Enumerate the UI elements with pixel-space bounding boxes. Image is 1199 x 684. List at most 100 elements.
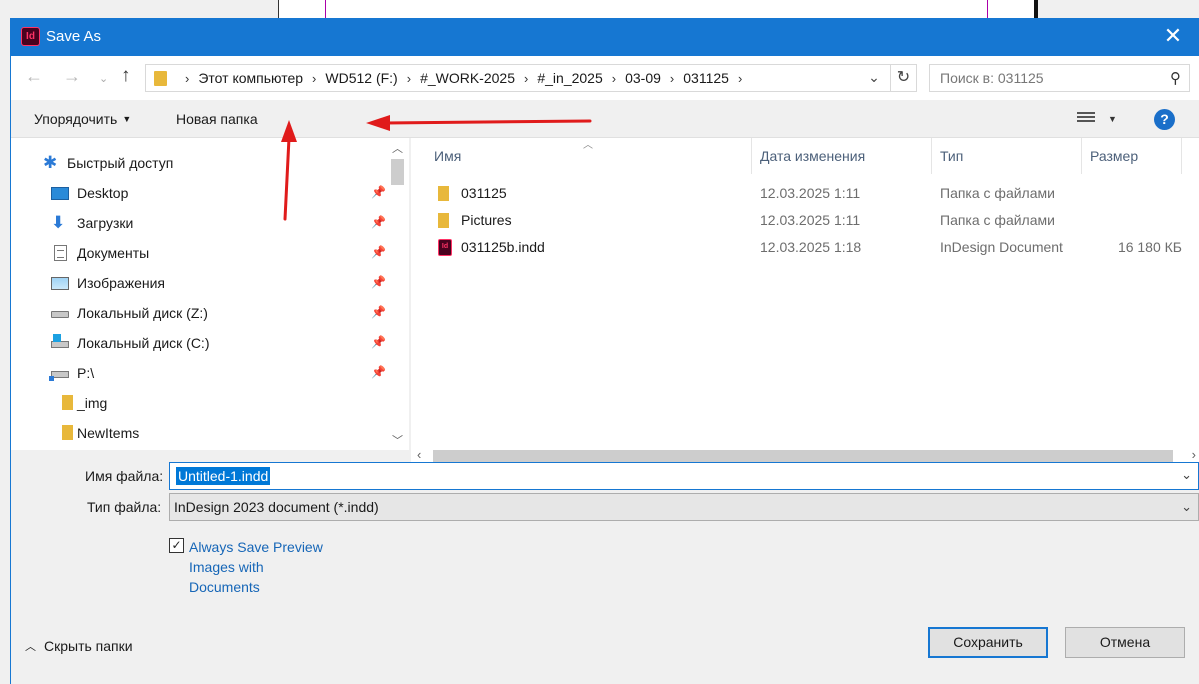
breadcrumb-031125[interactable]: 031125 (683, 70, 729, 86)
scroll-up-chevron-icon[interactable]: ︿ (392, 140, 403, 156)
window-title: Save As (46, 28, 102, 45)
pin-icon[interactable]: 📌 (371, 335, 386, 349)
sidebar-item-label: NewItems (77, 425, 140, 441)
breadcrumb-separator-icon[interactable]: › (185, 71, 189, 86)
pin-icon[interactable]: 📌 (371, 245, 386, 259)
sidebar-item-desktop[interactable]: Desktop 📌 (11, 178, 391, 208)
scrollbar-thumb[interactable] (391, 159, 404, 185)
column-divider[interactable] (1081, 138, 1082, 174)
address-history-chevron-icon[interactable]: ⌄ (864, 69, 884, 86)
hide-folders-button[interactable]: ︿ Скрыть папки (25, 638, 133, 654)
sidebar-item-documents[interactable]: Документы 📌 (11, 238, 391, 268)
column-header-size[interactable]: Размер (1090, 148, 1138, 176)
breadcrumb-separator-icon[interactable]: › (407, 71, 411, 86)
scroll-right-chevron-icon[interactable]: › (1192, 447, 1196, 462)
file-list: ︿ Имя Дата изменения Тип Размер 031125 1… (411, 138, 1199, 450)
up-arrow-icon[interactable]: ↑ (121, 65, 131, 87)
breadcrumb-separator-icon[interactable]: › (524, 71, 528, 86)
forward-arrow-icon[interactable]: → (63, 66, 81, 87)
column-header-date[interactable]: Дата изменения (760, 148, 865, 176)
picture-icon (51, 277, 69, 290)
cancel-button[interactable]: Отмена (1065, 627, 1185, 658)
file-name: Pictures (461, 212, 512, 228)
breadcrumb-wd512[interactable]: WD512 (F:) (325, 70, 397, 86)
network-drive-icon (49, 371, 69, 381)
search-icon[interactable]: ⚲ (1170, 69, 1181, 87)
save-preview-checkbox[interactable]: ✓ (169, 538, 184, 553)
sort-ascending-icon: ︿ (583, 140, 593, 151)
filename-value[interactable]: Untitled-1.indd (176, 467, 271, 485)
help-icon[interactable]: ? (1154, 109, 1175, 130)
folder-icon (438, 213, 449, 228)
sidebar-item-drive-p[interactable]: P:\ 📌 (11, 358, 391, 388)
file-type: Папка с файлами (940, 212, 1055, 228)
breadcrumb-this-pc[interactable]: Этот компьютер (198, 70, 303, 86)
file-row-031125b-indd[interactable]: Id 031125b.indd 12.03.2025 1:18 InDesign… (411, 234, 1199, 261)
filetype-value: InDesign 2023 document (*.indd) (174, 499, 379, 515)
column-divider[interactable] (751, 138, 752, 174)
folder-icon (438, 186, 449, 201)
filetype-label: Тип файла: (87, 499, 162, 515)
sidebar-item-img[interactable]: _img (11, 388, 391, 418)
scroll-left-chevron-icon[interactable]: ‹ (417, 447, 421, 462)
pin-icon[interactable]: 📌 (371, 365, 386, 379)
pin-icon[interactable]: 📌 (371, 185, 386, 199)
back-arrow-icon[interactable]: ← (25, 66, 43, 87)
chevron-down-icon[interactable]: ⌄ (1181, 499, 1192, 515)
file-name: 031125 (461, 185, 507, 201)
star-icon: ✱ (43, 153, 58, 172)
file-size: 16 180 КБ (1117, 239, 1182, 255)
column-header-type[interactable]: Тип (940, 148, 963, 176)
sidebar-item-downloads[interactable]: ⬇ Загрузки 📌 (11, 208, 391, 238)
breadcrumb-separator-icon[interactable]: › (670, 71, 674, 86)
sidebar-item-pictures[interactable]: Изображения 📌 (11, 268, 391, 298)
scroll-down-chevron-icon[interactable]: ﹀ (392, 432, 403, 448)
pin-icon[interactable]: 📌 (371, 305, 386, 319)
sidebar-item-drive-z[interactable]: Локальный диск (Z:) 📌 (11, 298, 391, 328)
breadcrumb-in-2025[interactable]: #_in_2025 (537, 70, 602, 86)
view-details-icon[interactable] (1077, 112, 1095, 126)
file-row-pictures[interactable]: Pictures 12.03.2025 1:11 Папка с файлами (411, 207, 1199, 234)
command-toolbar: Упорядочить ▼ Новая папка ▼ ? (11, 100, 1199, 138)
organize-button[interactable]: Упорядочить ▼ (34, 111, 131, 127)
breadcrumb-separator-icon[interactable]: › (738, 71, 742, 86)
sidebar-item-label: Локальный диск (C:) (77, 335, 210, 351)
indesign-file-icon: Id (438, 239, 452, 256)
column-divider[interactable] (931, 138, 932, 174)
breadcrumb-separator-icon[interactable]: › (312, 71, 316, 86)
filename-input[interactable]: Untitled-1.indd ⌄ (169, 462, 1199, 490)
sidebar-item-label: Desktop (77, 185, 129, 201)
refresh-icon[interactable]: ↻ (890, 65, 916, 91)
view-options-caret-icon[interactable]: ▼ (1108, 114, 1117, 124)
save-button[interactable]: Сохранить (928, 627, 1048, 658)
breadcrumb-work-2025[interactable]: #_WORK-2025 (420, 70, 515, 86)
pin-icon[interactable]: 📌 (371, 215, 386, 229)
address-row: ← → ⌄ ↑ › Этот компьютер › WD512 (F:) › … (11, 56, 1199, 100)
close-icon[interactable]: ✕ (1161, 24, 1185, 48)
address-bar[interactable]: › Этот компьютер › WD512 (F:) › #_WORK-2… (145, 64, 917, 92)
pin-icon[interactable]: 📌 (371, 275, 386, 289)
column-header-name[interactable]: Имя (434, 148, 461, 176)
breadcrumb-03-09[interactable]: 03-09 (625, 70, 661, 86)
navigation-scrollbar[interactable]: ︿ ﹀ (389, 138, 406, 450)
sidebar-item-label: Локальный диск (Z:) (77, 305, 208, 321)
search-input[interactable]: Поиск в: 031125 ⚲ (929, 64, 1190, 92)
sidebar-item-label: Загрузки (77, 215, 134, 231)
navigation-pane: ✱ Быстрый доступ Desktop 📌 ⬇ Загрузки 📌 … (11, 138, 409, 450)
sidebar-item-drive-c[interactable]: Локальный диск (C:) 📌 (11, 328, 391, 358)
folder-icon (62, 425, 73, 440)
chevron-down-icon[interactable]: ⌄ (1181, 467, 1192, 483)
recent-locations-chevron-icon[interactable]: ⌄ (99, 72, 108, 85)
save-preview-label-line: Documents (189, 579, 260, 595)
new-folder-button[interactable]: Новая папка (176, 111, 258, 127)
filetype-select[interactable]: InDesign 2023 document (*.indd) ⌄ (169, 493, 1199, 521)
breadcrumb-separator-icon[interactable]: › (612, 71, 616, 86)
column-divider[interactable] (1181, 138, 1182, 174)
sidebar-item-label: Документы (77, 245, 150, 261)
save-preview-label-line: Images with (189, 559, 264, 575)
sidebar-item-quick-access[interactable]: ✱ Быстрый доступ (11, 148, 391, 178)
sidebar-item-label: Быстрый доступ (67, 155, 174, 171)
sidebar-item-newitems[interactable]: NewItems (11, 418, 391, 448)
file-row-031125[interactable]: 031125 12.03.2025 1:11 Папка с файлами (411, 180, 1199, 207)
save-preview-label[interactable]: Always Save Preview Images with Document… (189, 537, 339, 597)
